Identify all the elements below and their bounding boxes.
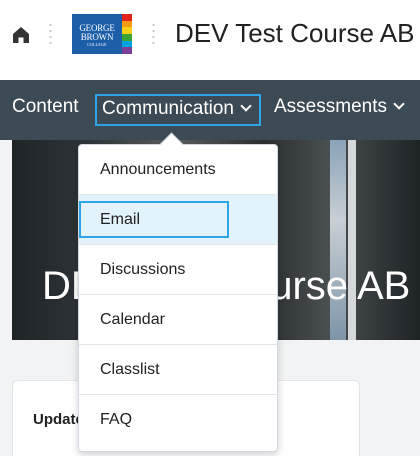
header-separator xyxy=(152,22,155,48)
course-navbar: Content Communication Assessments xyxy=(0,80,420,140)
nav-item-assessments[interactable]: Assessments xyxy=(274,96,405,118)
logo-stripe xyxy=(122,40,132,48)
logo-stripe xyxy=(122,20,132,28)
logo-stripes xyxy=(122,14,132,55)
college-logo[interactable]: GEORGE BROWN COLLEGE xyxy=(72,14,132,55)
logo-stripe xyxy=(122,34,132,41)
nav-item-label: Assessments xyxy=(274,96,387,117)
menu-item-announcements[interactable]: Announcements xyxy=(79,145,277,195)
communication-dropdown-menu: Announcements Email Discussions Calendar… xyxy=(78,144,278,452)
logo-line3: COLLEGE xyxy=(87,42,107,47)
banner-decoration xyxy=(330,140,346,340)
banner-decoration xyxy=(348,140,356,340)
nav-item-label: Communication xyxy=(102,98,234,119)
nav-item-label: Content xyxy=(12,96,79,117)
nav-item-communication[interactable]: Communication xyxy=(95,94,261,126)
menu-item-discussions[interactable]: Discussions xyxy=(79,245,277,295)
header-separator xyxy=(49,22,52,48)
focus-outline xyxy=(79,201,229,238)
logo-stripe xyxy=(122,14,132,21)
logo-line2: BROWN xyxy=(80,32,114,42)
logo-stripe xyxy=(122,47,132,55)
chevron-down-icon xyxy=(393,98,405,110)
course-title[interactable]: DEV Test Course AB xyxy=(175,18,414,49)
logo-stripe xyxy=(122,27,132,35)
home-icon[interactable] xyxy=(10,24,32,46)
chevron-down-icon xyxy=(240,100,252,112)
logo-wordmark: GEORGE BROWN COLLEGE xyxy=(72,14,122,54)
menu-item-faq[interactable]: FAQ xyxy=(79,395,277,445)
course-header: GEORGE BROWN COLLEGE DEV Test Course AB xyxy=(0,0,420,80)
menu-item-classlist[interactable]: Classlist xyxy=(79,345,277,395)
nav-item-content[interactable]: Content xyxy=(12,96,79,118)
menu-item-calendar[interactable]: Calendar xyxy=(79,295,277,345)
